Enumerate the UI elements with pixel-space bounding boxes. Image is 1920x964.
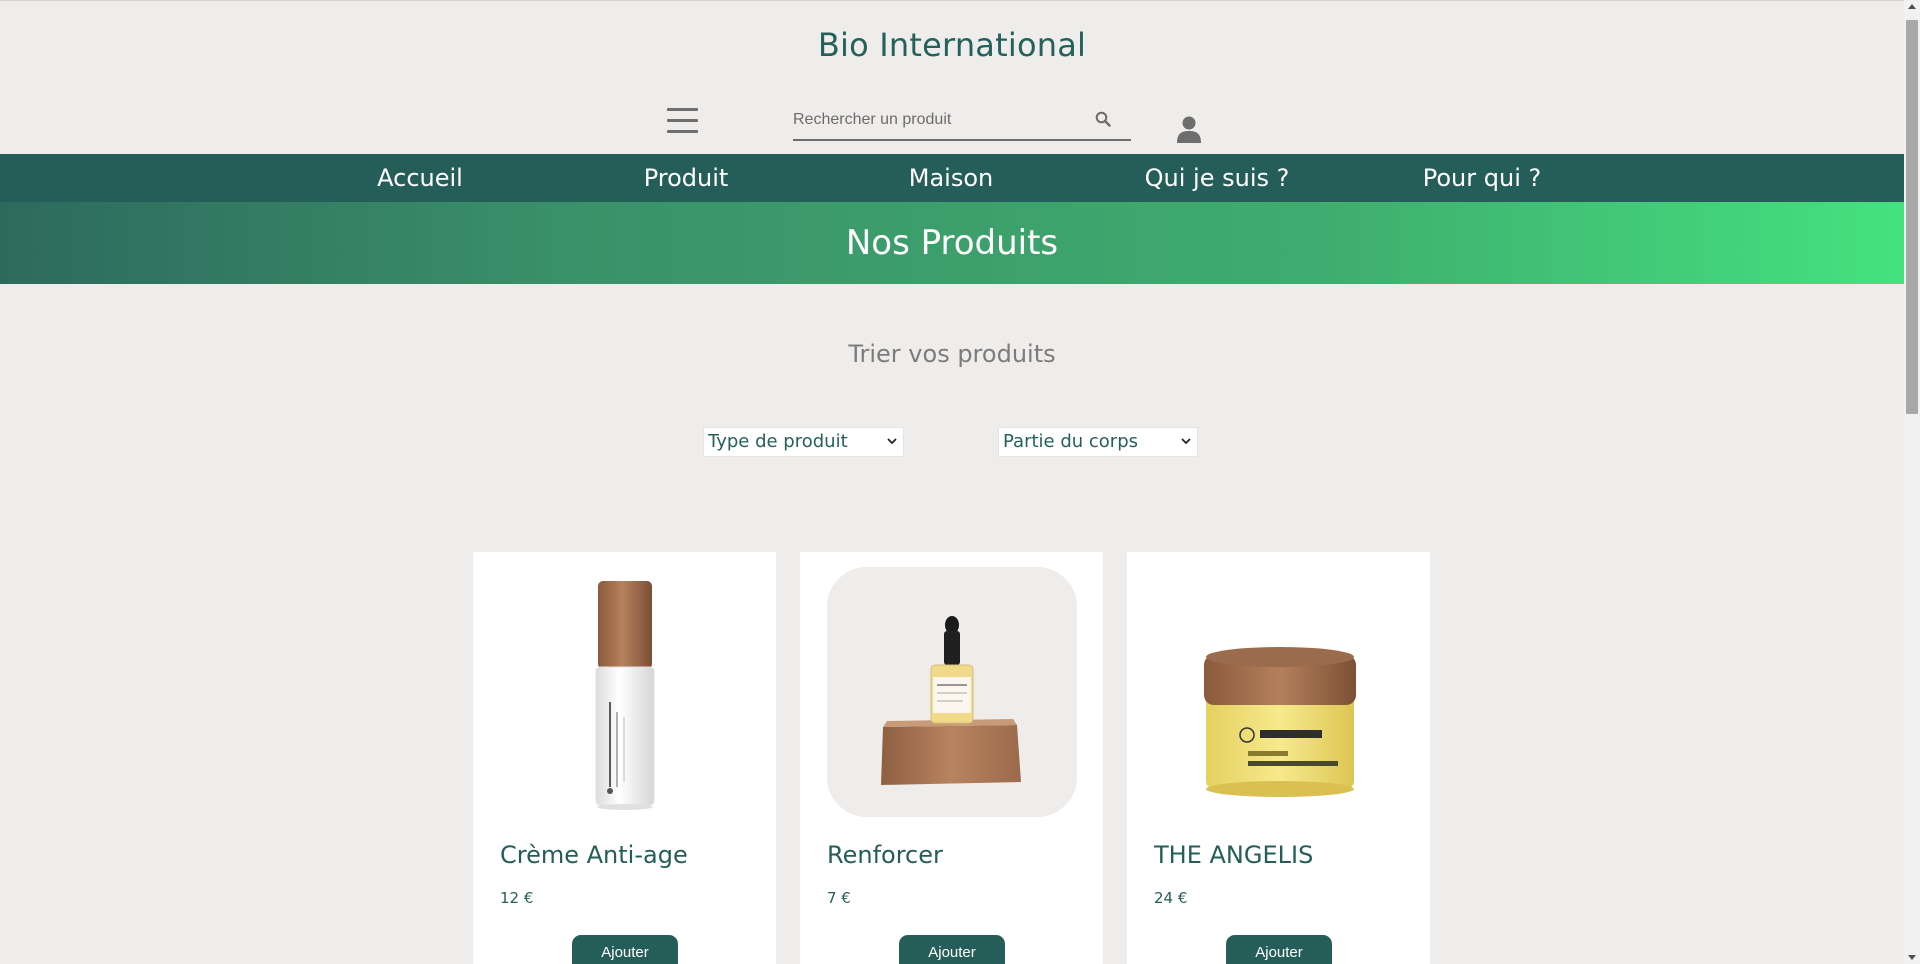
scroll-up-icon[interactable] [1908,4,1916,9]
product-price: 12 € [500,889,534,907]
add-to-cart-button[interactable]: Ajouter [899,935,1005,964]
user-icon[interactable] [1177,115,1201,143]
product-card: THE ANGELIS 24 € Ajouter [1127,552,1430,964]
body-part-select-value: Partie du corps [1003,431,1138,452]
main-nav: Accueil Produit Maison Qui je suis ? Pou… [0,154,1904,202]
add-to-cart-button[interactable]: Ajouter [572,935,678,964]
banner-title: Nos Produits [845,223,1059,263]
page: Bio International Accueil Produit Maison… [0,0,1904,964]
balm-jar-image[interactable] [1154,567,1404,817]
product-name[interactable]: THE ANGELIS [1154,841,1313,869]
products-banner: Nos Produits [0,202,1904,284]
scrollbar[interactable] [1904,0,1920,964]
scroll-thumb[interactable] [1906,20,1918,414]
scroll-down-icon[interactable] [1908,955,1916,960]
search-input[interactable] [793,107,1083,133]
search-icon[interactable] [1095,111,1111,127]
product-type-select[interactable]: Type de produit [703,427,904,457]
product-price: 7 € [827,889,851,907]
product-name[interactable]: Renforcer [827,841,943,869]
serum-bottle-image[interactable] [500,567,750,817]
sort-title: Trier vos produits [848,340,1056,368]
chevron-down-icon [1181,438,1191,445]
dropper-bottle-image[interactable] [827,567,1077,817]
nav-item-pour-qui[interactable]: Pour qui ? [1423,154,1542,202]
nav-item-accueil[interactable]: Accueil [377,154,463,202]
product-price: 24 € [1154,889,1188,907]
product-name[interactable]: Crème Anti-age [500,841,688,869]
chevron-down-icon [887,438,897,445]
nav-item-maison[interactable]: Maison [909,154,993,202]
body-part-select[interactable]: Partie du corps [998,427,1198,457]
site-title[interactable]: Bio International [0,26,1904,64]
product-type-select-value: Type de produit [708,431,848,452]
product-card: Renforcer 7 € Ajouter [800,552,1103,964]
search-bar [793,107,1131,141]
nav-item-produit[interactable]: Produit [644,154,729,202]
product-card: Crème Anti-age 12 € Ajouter [473,552,776,964]
nav-item-qui-je-suis[interactable]: Qui je suis ? [1145,154,1290,202]
top-border [0,0,1904,1]
hamburger-menu-icon[interactable] [667,108,698,135]
add-to-cart-button[interactable]: Ajouter [1226,935,1332,964]
